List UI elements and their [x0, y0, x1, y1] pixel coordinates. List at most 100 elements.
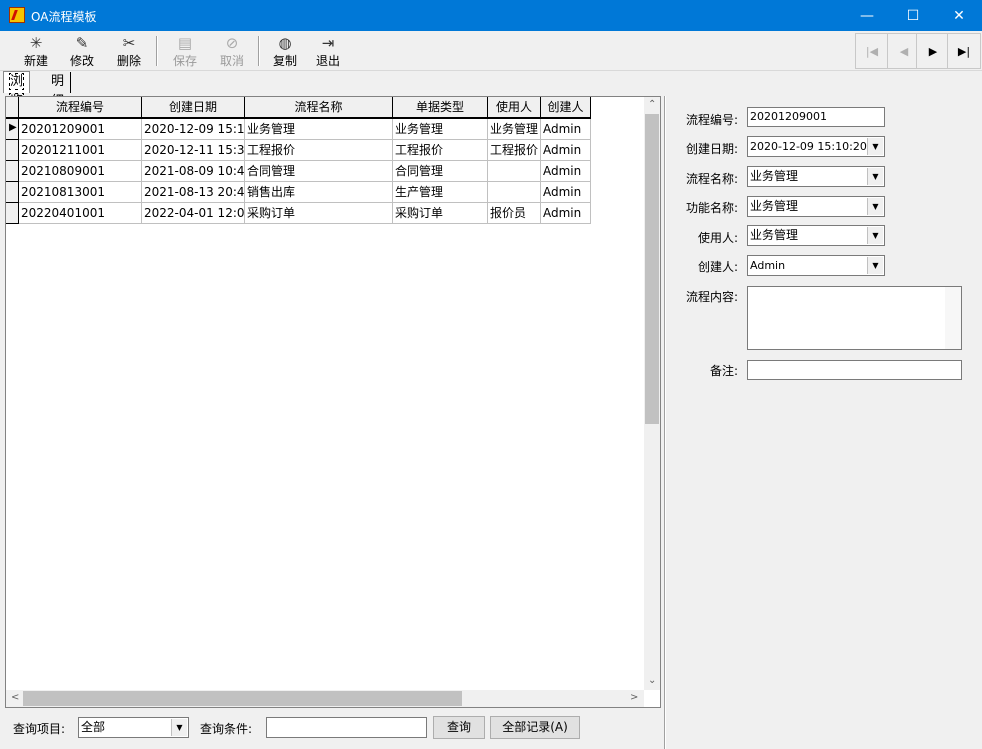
prev-icon: ◀ [899, 44, 909, 58]
column-header[interactable]: 使用人 [488, 97, 541, 119]
horizontal-scrollbar[interactable]: < > [6, 690, 644, 707]
next-record-button[interactable]: ▶ [916, 33, 950, 69]
grid-cell[interactable]: 20210809001 [19, 161, 142, 182]
last-icon: ▶| [957, 44, 971, 58]
edit-icon: ✎ [75, 34, 89, 52]
cancel-button[interactable]: ⊘ 取消 [210, 34, 254, 70]
grid-cell[interactable]: 合同管理 [393, 161, 488, 182]
copy-label: 复制 [272, 54, 297, 68]
delete-label: 删除 [116, 54, 141, 68]
grid-cell[interactable] [488, 161, 541, 182]
row-indicator[interactable] [6, 203, 19, 224]
grid-cell[interactable]: 生产管理 [393, 182, 488, 203]
scroll-right-icon[interactable]: > [630, 692, 638, 703]
flow-no-field[interactable]: 20201209001 [747, 107, 885, 127]
grid-cell[interactable]: 20220401001 [19, 203, 142, 224]
scroll-down-icon[interactable]: ⌄ [648, 675, 656, 686]
tab-browse[interactable]: 浏览 [3, 71, 31, 110]
next-icon: ▶ [928, 44, 938, 58]
row-indicator[interactable] [6, 161, 19, 182]
row-indicator[interactable]: ▶ [6, 119, 19, 140]
panel-splitter[interactable] [664, 96, 666, 749]
grid-cell[interactable]: 业务管理 [488, 119, 541, 140]
flow-no-label: 流程编号: [685, 113, 738, 127]
grid-cell[interactable]: 20210813001 [19, 182, 142, 203]
func-name-label: 功能名称: [685, 201, 738, 215]
chevron-down-icon[interactable]: ▼ [171, 719, 187, 736]
chevron-down-icon[interactable]: ▼ [867, 227, 883, 244]
created-date-picker[interactable]: 2020-12-09 15:10:20 ▼ [747, 136, 885, 157]
grid-cell[interactable]: 业务管理 [393, 119, 488, 140]
content-textarea[interactable] [747, 286, 962, 350]
horizontal-scroll-thumb[interactable] [23, 691, 462, 706]
delete-button[interactable]: ✂ 删除 [107, 34, 151, 70]
toolbar: ✳ 新建 ✎ 修改 ✂ 删除 ▤ 保存 ⊘ 取消 ◍ 复制 ⇥ 退出 [0, 31, 982, 71]
query-item-select[interactable]: 全部 ▼ [78, 717, 189, 738]
grid-cell[interactable]: 报价员 [488, 203, 541, 224]
row-indicator[interactable] [6, 182, 19, 203]
query-button[interactable]: 查询 [433, 716, 485, 739]
func-name-value: 业务管理 [750, 199, 799, 213]
minimize-button[interactable]: — [844, 0, 890, 31]
grid-cell[interactable]: 采购订单 [393, 203, 488, 224]
vertical-scrollbar[interactable]: ⌃ ⌄ [644, 97, 660, 690]
all-records-button[interactable]: 全部记录(A) [490, 716, 580, 739]
grid-cell[interactable]: 工程报价 [488, 140, 541, 161]
app-icon [9, 7, 25, 23]
new-button[interactable]: ✳ 新建 [14, 34, 58, 70]
func-name-select[interactable]: 业务管理 ▼ [747, 196, 885, 217]
grid-cell[interactable]: Admin [541, 203, 591, 224]
grid-cell[interactable]: 工程报价 [393, 140, 488, 161]
grid-cell[interactable]: Admin [541, 119, 591, 140]
scroll-up-icon[interactable]: ⌃ [648, 99, 656, 110]
grid-cell[interactable]: 合同管理 [245, 161, 393, 182]
content-scrollbar[interactable] [945, 287, 961, 349]
grid-cell[interactable]: 2021-08-09 10:42 [142, 161, 245, 182]
grid-cell[interactable]: 销售出库 [245, 182, 393, 203]
remark-field[interactable] [747, 360, 962, 380]
grid-cell[interactable]: 工程报价 [245, 140, 393, 161]
row-indicator[interactable] [6, 140, 19, 161]
grid-cell[interactable]: Admin [541, 182, 591, 203]
edit-button[interactable]: ✎ 修改 [60, 34, 104, 70]
grid-cell[interactable]: 采购订单 [245, 203, 393, 224]
chevron-down-icon[interactable]: ▼ [867, 168, 883, 185]
grid-cell[interactable]: Admin [541, 140, 591, 161]
tab-detail[interactable]: 明细 [45, 72, 72, 109]
grid-cell[interactable]: 2020-12-09 15:10 [142, 119, 245, 140]
save-button[interactable]: ▤ 保存 [163, 34, 207, 70]
scroll-left-icon[interactable]: < [11, 692, 19, 703]
copy-icon: ◍ [278, 34, 292, 52]
column-header[interactable]: 流程编号 [19, 97, 142, 119]
close-button[interactable]: ✕ [936, 0, 982, 31]
user-select[interactable]: 业务管理 ▼ [747, 225, 885, 246]
maximize-button[interactable]: ☐ [890, 0, 936, 31]
column-header[interactable]: 创建人 [541, 97, 591, 119]
grid-cell[interactable]: Admin [541, 161, 591, 182]
copy-button[interactable]: ◍ 复制 [263, 34, 307, 70]
grid-cell[interactable]: 2022-04-01 12:02 [142, 203, 245, 224]
column-header[interactable]: 单据类型 [393, 97, 488, 119]
remark-label: 备注: [709, 364, 738, 378]
exit-button[interactable]: ⇥ 退出 [306, 34, 350, 70]
query-cond-input[interactable] [266, 717, 427, 738]
flow-name-select[interactable]: 业务管理 ▼ [747, 166, 885, 187]
edit-label: 修改 [69, 54, 94, 68]
grid-cell[interactable]: 2021-08-13 20:43 [142, 182, 245, 203]
cancel-icon: ⊘ [225, 34, 239, 52]
data-grid[interactable]: 流程编号 创建日期 流程名称 单据类型 使用人 创建人 ▶ 20201209001… [5, 96, 661, 708]
column-header[interactable]: 创建日期 [142, 97, 245, 119]
creator-select[interactable]: Admin ▼ [747, 255, 885, 276]
last-record-button[interactable]: ▶| [947, 33, 981, 69]
first-record-button[interactable]: |◀ [855, 33, 889, 69]
grid-cell[interactable]: 20201211001 [19, 140, 142, 161]
vertical-scroll-thumb[interactable] [645, 114, 659, 424]
chevron-down-icon[interactable]: ▼ [867, 257, 883, 274]
grid-cell[interactable]: 20201209001 [19, 119, 142, 140]
column-header[interactable]: 流程名称 [245, 97, 393, 119]
chevron-down-icon[interactable]: ▼ [867, 198, 883, 215]
grid-cell[interactable]: 业务管理 [245, 119, 393, 140]
grid-cell[interactable]: 2020-12-11 15:38 [142, 140, 245, 161]
chevron-down-icon[interactable]: ▼ [867, 138, 883, 155]
grid-cell[interactable] [488, 182, 541, 203]
